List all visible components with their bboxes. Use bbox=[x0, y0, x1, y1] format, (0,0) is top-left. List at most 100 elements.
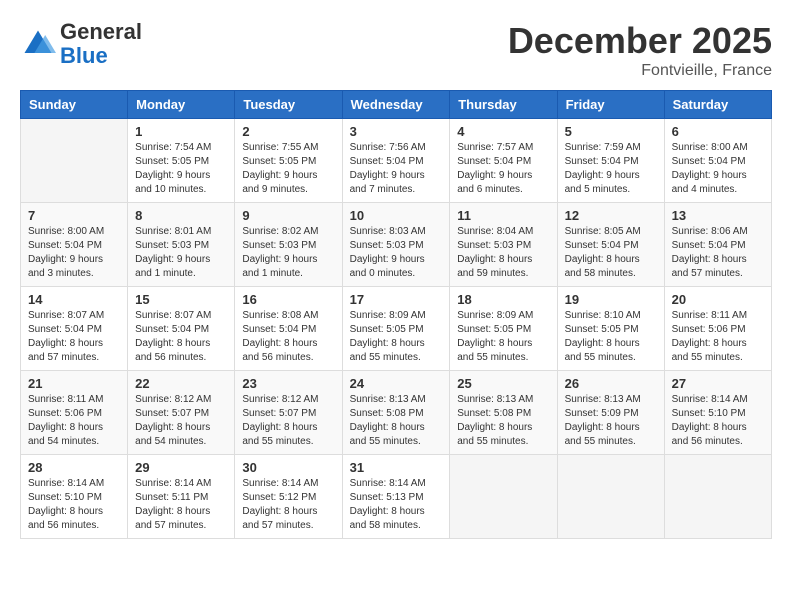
sunrise-text: Sunrise: 8:14 AM bbox=[28, 477, 120, 491]
daylight-text: Daylight: 9 hours and 6 minutes. bbox=[457, 169, 549, 197]
sunrise-text: Sunrise: 8:12 AM bbox=[135, 393, 227, 407]
day-number: 25 bbox=[457, 376, 549, 391]
day-info: Sunrise: 8:05 AM Sunset: 5:04 PM Dayligh… bbox=[565, 225, 657, 281]
daylight-text: Daylight: 8 hours and 57 minutes. bbox=[28, 337, 120, 365]
day-number: 7 bbox=[28, 208, 120, 223]
daylight-text: Daylight: 8 hours and 55 minutes. bbox=[457, 421, 549, 449]
week-row-3: 14 Sunrise: 8:07 AM Sunset: 5:04 PM Dayl… bbox=[21, 287, 772, 371]
day-number: 10 bbox=[350, 208, 443, 223]
day-number: 4 bbox=[457, 124, 549, 139]
calendar-cell-w3-d1: 14 Sunrise: 8:07 AM Sunset: 5:04 PM Dayl… bbox=[21, 287, 128, 371]
week-row-2: 7 Sunrise: 8:00 AM Sunset: 5:04 PM Dayli… bbox=[21, 203, 772, 287]
daylight-text: Daylight: 9 hours and 1 minute. bbox=[242, 253, 334, 281]
sunset-text: Sunset: 5:11 PM bbox=[135, 491, 227, 505]
sunset-text: Sunset: 5:04 PM bbox=[565, 239, 657, 253]
day-info: Sunrise: 7:57 AM Sunset: 5:04 PM Dayligh… bbox=[457, 141, 549, 197]
sunset-text: Sunset: 5:06 PM bbox=[28, 407, 120, 421]
week-row-5: 28 Sunrise: 8:14 AM Sunset: 5:10 PM Dayl… bbox=[21, 455, 772, 539]
day-info: Sunrise: 8:00 AM Sunset: 5:04 PM Dayligh… bbox=[672, 141, 764, 197]
sunset-text: Sunset: 5:04 PM bbox=[672, 155, 764, 169]
sunset-text: Sunset: 5:03 PM bbox=[242, 239, 334, 253]
sunrise-text: Sunrise: 8:10 AM bbox=[565, 309, 657, 323]
day-info: Sunrise: 8:14 AM Sunset: 5:10 PM Dayligh… bbox=[672, 393, 764, 449]
day-info: Sunrise: 8:03 AM Sunset: 5:03 PM Dayligh… bbox=[350, 225, 443, 281]
day-info: Sunrise: 8:11 AM Sunset: 5:06 PM Dayligh… bbox=[28, 393, 120, 449]
month-year-title: December 2025 bbox=[508, 20, 772, 62]
day-info: Sunrise: 7:56 AM Sunset: 5:04 PM Dayligh… bbox=[350, 141, 443, 197]
sunset-text: Sunset: 5:04 PM bbox=[28, 239, 120, 253]
day-info: Sunrise: 8:12 AM Sunset: 5:07 PM Dayligh… bbox=[242, 393, 334, 449]
sunrise-text: Sunrise: 8:13 AM bbox=[350, 393, 443, 407]
calendar-table: Sunday Monday Tuesday Wednesday Thursday… bbox=[20, 90, 772, 539]
day-info: Sunrise: 8:09 AM Sunset: 5:05 PM Dayligh… bbox=[350, 309, 443, 365]
day-number: 17 bbox=[350, 292, 443, 307]
sunset-text: Sunset: 5:10 PM bbox=[28, 491, 120, 505]
day-info: Sunrise: 8:08 AM Sunset: 5:04 PM Dayligh… bbox=[242, 309, 334, 365]
calendar-cell-w2-d5: 11 Sunrise: 8:04 AM Sunset: 5:03 PM Dayl… bbox=[450, 203, 557, 287]
day-info: Sunrise: 8:04 AM Sunset: 5:03 PM Dayligh… bbox=[457, 225, 549, 281]
day-info: Sunrise: 8:01 AM Sunset: 5:03 PM Dayligh… bbox=[135, 225, 227, 281]
day-info: Sunrise: 8:13 AM Sunset: 5:09 PM Dayligh… bbox=[565, 393, 657, 449]
sunset-text: Sunset: 5:04 PM bbox=[672, 239, 764, 253]
daylight-text: Daylight: 8 hours and 56 minutes. bbox=[28, 505, 120, 533]
sunset-text: Sunset: 5:12 PM bbox=[242, 491, 334, 505]
sunset-text: Sunset: 5:05 PM bbox=[135, 155, 227, 169]
sunrise-text: Sunrise: 8:14 AM bbox=[242, 477, 334, 491]
sunrise-text: Sunrise: 8:01 AM bbox=[135, 225, 227, 239]
day-number: 30 bbox=[242, 460, 334, 475]
sunrise-text: Sunrise: 8:14 AM bbox=[135, 477, 227, 491]
day-info: Sunrise: 8:13 AM Sunset: 5:08 PM Dayligh… bbox=[350, 393, 443, 449]
day-number: 2 bbox=[242, 124, 334, 139]
day-number: 31 bbox=[350, 460, 443, 475]
day-number: 1 bbox=[135, 124, 227, 139]
sunset-text: Sunset: 5:08 PM bbox=[350, 407, 443, 421]
daylight-text: Daylight: 9 hours and 0 minutes. bbox=[350, 253, 443, 281]
calendar-cell-w1-d4: 3 Sunrise: 7:56 AM Sunset: 5:04 PM Dayli… bbox=[342, 119, 450, 203]
sunset-text: Sunset: 5:04 PM bbox=[565, 155, 657, 169]
calendar-cell-w1-d2: 1 Sunrise: 7:54 AM Sunset: 5:05 PM Dayli… bbox=[128, 119, 235, 203]
logo-icon bbox=[20, 26, 56, 62]
day-number: 19 bbox=[565, 292, 657, 307]
day-number: 16 bbox=[242, 292, 334, 307]
header-tuesday: Tuesday bbox=[235, 91, 342, 119]
title-area: December 2025 Fontvieille, France bbox=[508, 20, 772, 80]
sunrise-text: Sunrise: 8:05 AM bbox=[565, 225, 657, 239]
sunrise-text: Sunrise: 8:03 AM bbox=[350, 225, 443, 239]
sunrise-text: Sunrise: 8:04 AM bbox=[457, 225, 549, 239]
calendar-cell-w1-d3: 2 Sunrise: 7:55 AM Sunset: 5:05 PM Dayli… bbox=[235, 119, 342, 203]
daylight-text: Daylight: 8 hours and 56 minutes. bbox=[135, 337, 227, 365]
daylight-text: Daylight: 9 hours and 4 minutes. bbox=[672, 169, 764, 197]
sunrise-text: Sunrise: 8:13 AM bbox=[565, 393, 657, 407]
calendar-cell-w2-d6: 12 Sunrise: 8:05 AM Sunset: 5:04 PM Dayl… bbox=[557, 203, 664, 287]
header-wednesday: Wednesday bbox=[342, 91, 450, 119]
calendar-cell-w4-d3: 23 Sunrise: 8:12 AM Sunset: 5:07 PM Dayl… bbox=[235, 371, 342, 455]
week-row-4: 21 Sunrise: 8:11 AM Sunset: 5:06 PM Dayl… bbox=[21, 371, 772, 455]
sunset-text: Sunset: 5:05 PM bbox=[242, 155, 334, 169]
sunrise-text: Sunrise: 8:02 AM bbox=[242, 225, 334, 239]
day-info: Sunrise: 8:14 AM Sunset: 5:12 PM Dayligh… bbox=[242, 477, 334, 533]
day-info: Sunrise: 8:13 AM Sunset: 5:08 PM Dayligh… bbox=[457, 393, 549, 449]
calendar-cell-w1-d7: 6 Sunrise: 8:00 AM Sunset: 5:04 PM Dayli… bbox=[664, 119, 771, 203]
calendar-cell-w3-d6: 19 Sunrise: 8:10 AM Sunset: 5:05 PM Dayl… bbox=[557, 287, 664, 371]
calendar-cell-w4-d5: 25 Sunrise: 8:13 AM Sunset: 5:08 PM Dayl… bbox=[450, 371, 557, 455]
day-number: 3 bbox=[350, 124, 443, 139]
day-info: Sunrise: 8:14 AM Sunset: 5:10 PM Dayligh… bbox=[28, 477, 120, 533]
calendar-cell-w3-d7: 20 Sunrise: 8:11 AM Sunset: 5:06 PM Dayl… bbox=[664, 287, 771, 371]
day-info: Sunrise: 8:02 AM Sunset: 5:03 PM Dayligh… bbox=[242, 225, 334, 281]
day-number: 21 bbox=[28, 376, 120, 391]
sunset-text: Sunset: 5:05 PM bbox=[565, 323, 657, 337]
sunset-text: Sunset: 5:05 PM bbox=[457, 323, 549, 337]
sunrise-text: Sunrise: 8:09 AM bbox=[350, 309, 443, 323]
daylight-text: Daylight: 8 hours and 57 minutes. bbox=[672, 253, 764, 281]
header-friday: Friday bbox=[557, 91, 664, 119]
calendar-cell-w3-d2: 15 Sunrise: 8:07 AM Sunset: 5:04 PM Dayl… bbox=[128, 287, 235, 371]
day-info: Sunrise: 8:07 AM Sunset: 5:04 PM Dayligh… bbox=[135, 309, 227, 365]
daylight-text: Daylight: 9 hours and 9 minutes. bbox=[242, 169, 334, 197]
calendar-cell-w3-d3: 16 Sunrise: 8:08 AM Sunset: 5:04 PM Dayl… bbox=[235, 287, 342, 371]
sunrise-text: Sunrise: 8:07 AM bbox=[28, 309, 120, 323]
sunset-text: Sunset: 5:04 PM bbox=[457, 155, 549, 169]
day-number: 11 bbox=[457, 208, 549, 223]
day-number: 24 bbox=[350, 376, 443, 391]
calendar-cell-w1-d5: 4 Sunrise: 7:57 AM Sunset: 5:04 PM Dayli… bbox=[450, 119, 557, 203]
daylight-text: Daylight: 8 hours and 54 minutes. bbox=[28, 421, 120, 449]
